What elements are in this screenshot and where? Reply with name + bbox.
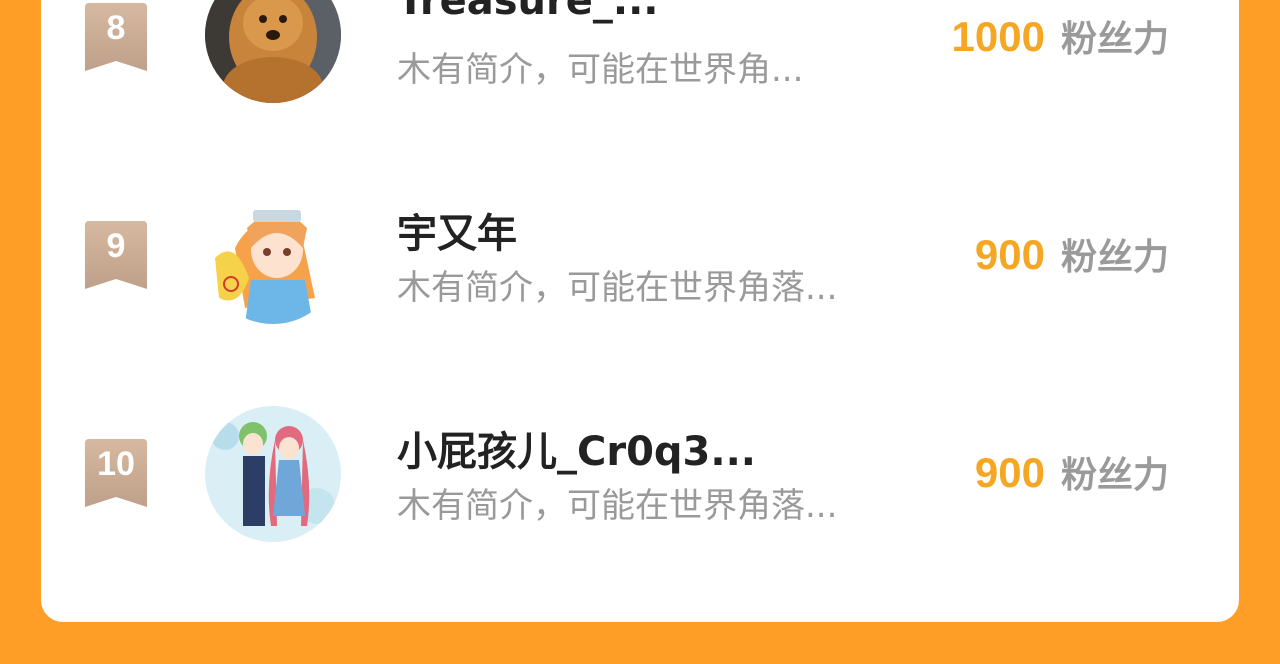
user-avatar[interactable]: [205, 0, 341, 103]
score-unit: 粉丝力: [1060, 455, 1169, 496]
rank-number: 10: [97, 445, 135, 483]
user-bio: 木有简介，可能在世界角...: [397, 50, 804, 90]
score-value: 900: [974, 231, 1045, 278]
rank-ribbon-icon: 10: [85, 439, 147, 507]
user-avatar[interactable]: [205, 406, 341, 542]
user-name[interactable]: 小屁孩儿_Cr0q3...: [397, 419, 756, 477]
score-value: 900: [974, 449, 1045, 496]
user-name[interactable]: Treasure_...: [397, 0, 658, 24]
fan-power-score: 1000 粉丝力: [952, 10, 1169, 62]
ranking-row-9[interactable]: 9 宇又年 木有简介，可能在世界角落... 900 粉丝力: [41, 188, 1239, 328]
rank-ribbon-icon: 8: [85, 3, 147, 71]
score-value: 1000: [951, 13, 1045, 60]
user-avatar[interactable]: [205, 188, 341, 324]
rank-number: 9: [106, 227, 126, 265]
rank-ribbon-icon: 9: [85, 221, 147, 289]
fan-power-score: 900 粉丝力: [975, 228, 1169, 280]
score-unit: 粉丝力: [1060, 237, 1169, 278]
user-name[interactable]: 宇又年: [397, 201, 517, 259]
ranking-row-8[interactable]: 8 Treasure_... 木有简介，可能在世界角... 1000 粉丝力: [41, 0, 1239, 110]
user-bio: 木有简介，可能在世界角落...: [397, 268, 838, 308]
ranking-card: 8 Treasure_... 木有简介，可能在世界角... 1000 粉丝力 9…: [41, 0, 1239, 622]
ranking-row-10[interactable]: 10 小屁孩儿_Cr0q3... 木有简介，可能在世界角落... 900 粉丝力: [41, 406, 1239, 546]
user-bio: 木有简介，可能在世界角落...: [397, 486, 838, 526]
score-unit: 粉丝力: [1060, 19, 1169, 60]
fan-power-score: 900 粉丝力: [975, 446, 1169, 498]
rank-number: 8: [106, 9, 126, 47]
